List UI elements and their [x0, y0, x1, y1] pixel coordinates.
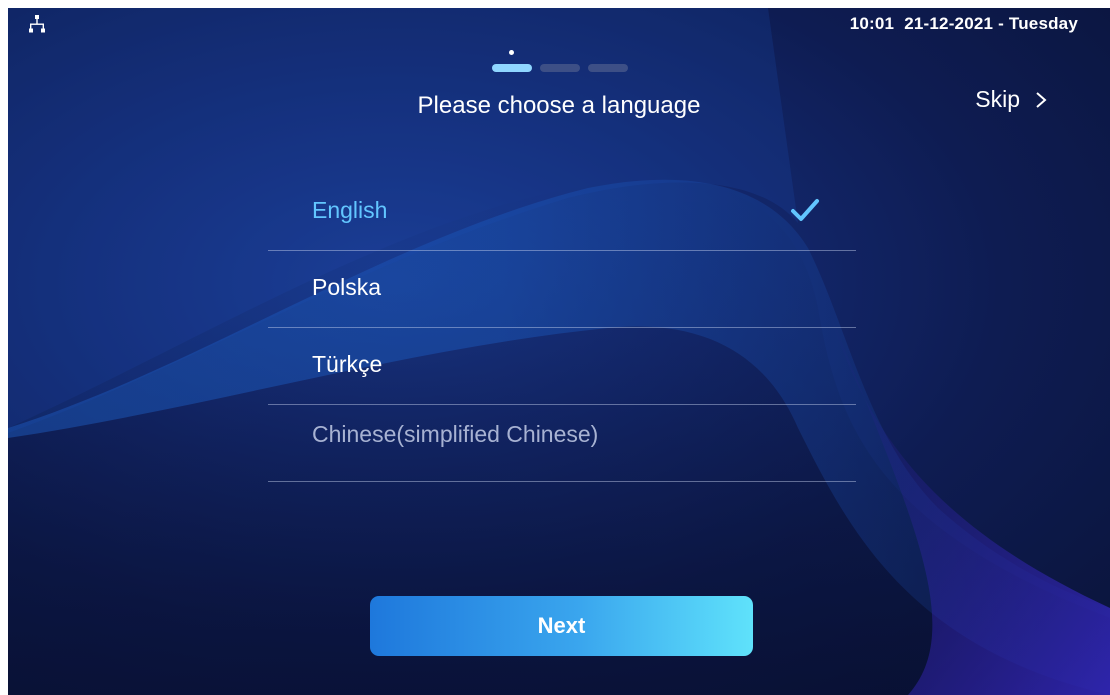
language-option-chinese[interactable]: Chinese(simplified Chinese): [268, 405, 856, 482]
language-option-english[interactable]: English: [268, 174, 856, 251]
language-option-turkce[interactable]: Türkçe: [268, 328, 856, 405]
status-date: 21-12-2021 - Tuesday: [904, 14, 1078, 33]
language-label: Polska: [312, 274, 382, 300]
status-datetime: 10:01 21-12-2021 - Tuesday: [850, 14, 1078, 34]
page-title: Please choose a language: [417, 92, 701, 119]
language-list: English Polska Türkçe Chinese(simplified…: [268, 174, 856, 482]
checkmark-icon: [791, 199, 819, 221]
language-label: Chinese(simplified Chinese): [312, 421, 599, 447]
step-indicator-3: [588, 64, 628, 72]
status-bar: 10:01 21-12-2021 - Tuesday: [8, 8, 1110, 40]
language-label: Türkçe: [312, 351, 383, 377]
status-time: 10:01: [849, 14, 895, 33]
language-option-polska[interactable]: Polska: [268, 251, 856, 328]
language-setup-screen: 10:01 21-12-2021 - Tuesday Please choose …: [8, 8, 1110, 695]
step-indicator-2: [540, 64, 580, 72]
language-label: English: [312, 197, 388, 223]
network-icon: [29, 15, 45, 33]
skip-label: Skip: [975, 86, 1020, 112]
current-step-dot: [509, 50, 514, 55]
step-indicator-1: [492, 64, 532, 72]
setup-progress-stepper: [492, 46, 642, 76]
skip-button[interactable]: Skip: [975, 86, 1050, 113]
next-button[interactable]: Next: [370, 596, 753, 656]
chevron-right-icon: [1036, 91, 1047, 108]
